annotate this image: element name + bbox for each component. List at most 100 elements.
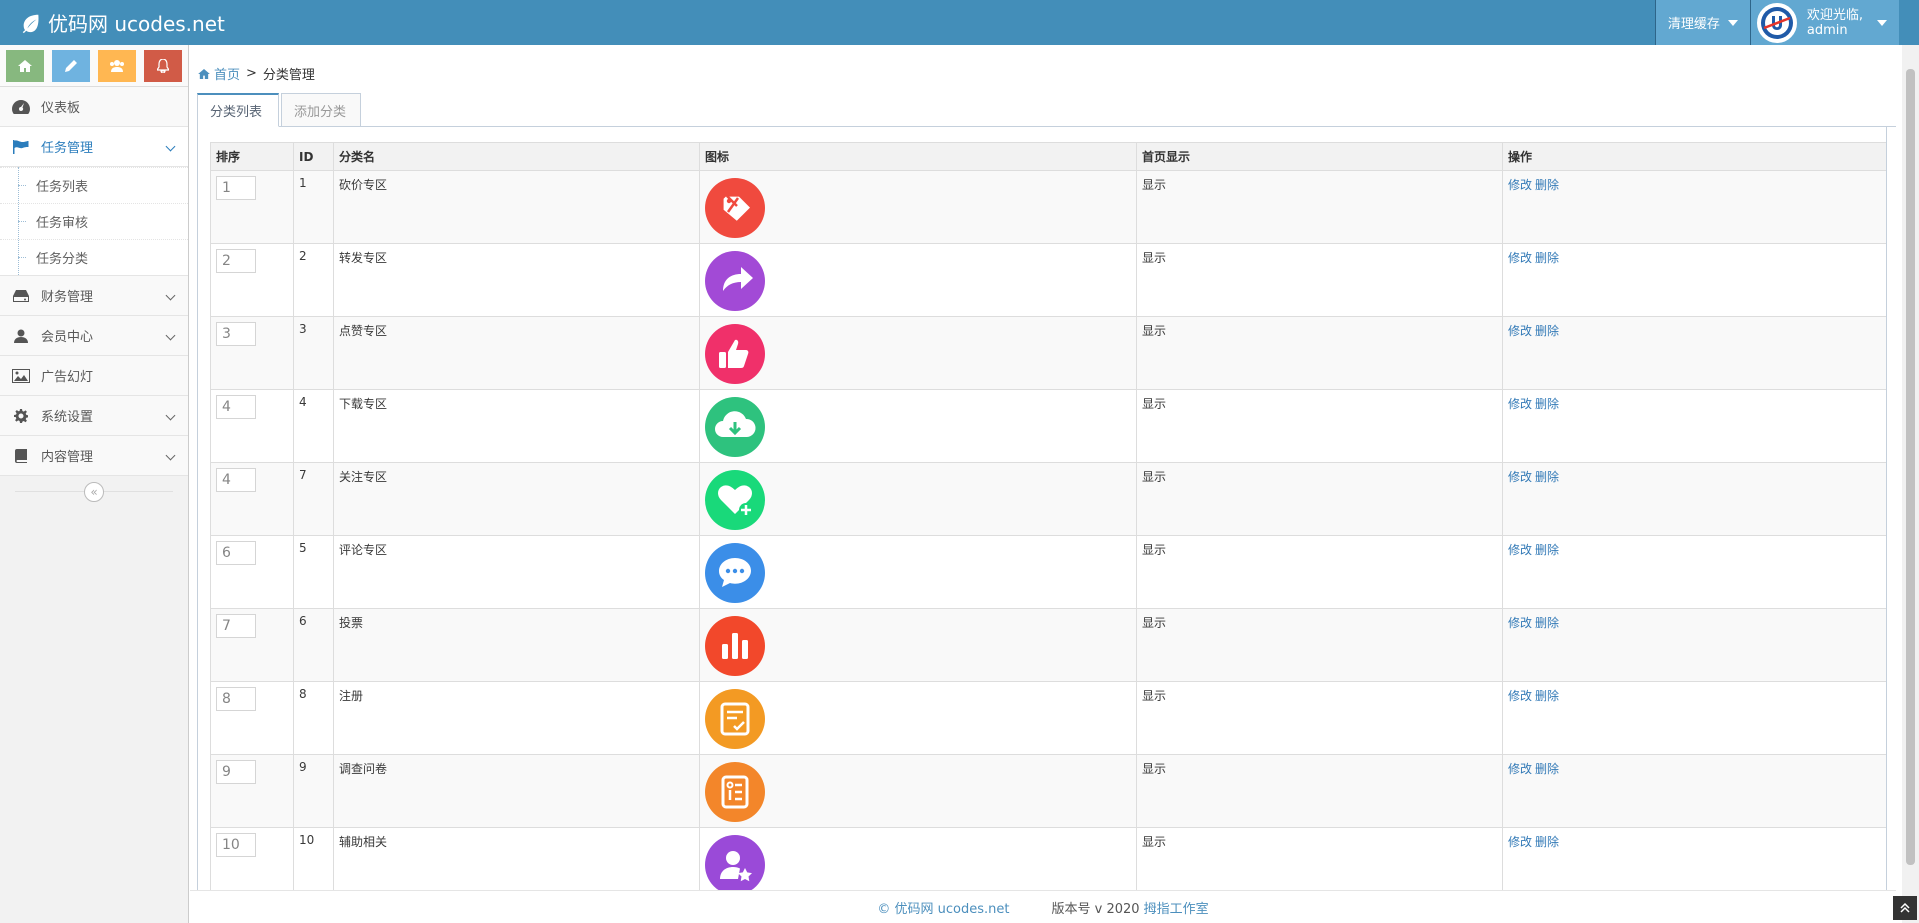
- id-cell: 4: [293, 389, 334, 463]
- icon-cell: [699, 608, 1137, 682]
- user-logo-icon: [1760, 6, 1793, 39]
- back-to-top-button[interactable]: [1893, 896, 1917, 920]
- delete-link[interactable]: 删除: [1535, 470, 1559, 484]
- icon-cell: [699, 243, 1137, 317]
- actions-cell: 修改 删除: [1502, 462, 1886, 536]
- category-name-cell: 投票: [333, 608, 700, 682]
- caret-down-icon: [1727, 19, 1738, 26]
- edit-link[interactable]: 修改: [1508, 470, 1532, 484]
- home-icon: [18, 60, 32, 72]
- table-row: 2 转发专区 显示 修改删除: [210, 243, 1886, 317]
- sidebar-item-task-management[interactable]: 任务管理: [0, 127, 188, 167]
- scrollbar-thumb[interactable]: [1906, 69, 1915, 865]
- sidebar-item-dashboard[interactable]: 仪表板: [0, 87, 188, 127]
- category-name-cell: 注册: [333, 681, 700, 755]
- category-name-cell: 点赞专区: [333, 316, 700, 390]
- delete-link[interactable]: 删除: [1535, 689, 1559, 703]
- sort-order-input[interactable]: [216, 833, 256, 857]
- breadcrumb-separator: >: [246, 66, 257, 81]
- edit-link[interactable]: 修改: [1508, 689, 1532, 703]
- breadcrumb-home-label: 首页: [214, 68, 241, 83]
- sidebar-subitem-task-list[interactable]: 任务列表: [0, 167, 188, 203]
- id-cell: 7: [293, 462, 334, 536]
- delete-link[interactable]: 删除: [1535, 178, 1559, 192]
- id-cell: 3: [293, 316, 334, 390]
- sidebar-subitem-task-review[interactable]: 任务审核: [0, 203, 188, 239]
- edit-link[interactable]: 修改: [1508, 178, 1532, 192]
- edit-link[interactable]: 修改: [1508, 397, 1532, 411]
- user-dropdown[interactable]: 欢迎光临, admin: [1749, 0, 1899, 45]
- sort-order-input[interactable]: [216, 468, 256, 492]
- sort-cell: [210, 754, 294, 828]
- shortcut-pencil-button[interactable]: [52, 50, 90, 82]
- sidebar-item-finance[interactable]: 财务管理: [0, 276, 188, 316]
- id-cell: 9: [293, 754, 334, 828]
- sidebar-item-ad-slides[interactable]: 广告幻灯: [0, 356, 188, 396]
- breadcrumb-home-link[interactable]: 首页: [198, 64, 240, 83]
- edit-link[interactable]: 修改: [1508, 543, 1532, 557]
- leaf-icon: [22, 14, 39, 33]
- delete-link[interactable]: 删除: [1535, 397, 1559, 411]
- table-row: 4 下载专区 显示 修改删除: [210, 389, 1886, 463]
- edit-link[interactable]: 修改: [1508, 835, 1532, 849]
- page-scrollbar[interactable]: [1902, 45, 1919, 923]
- sidebar-item-content-management[interactable]: 内容管理: [0, 436, 188, 476]
- homepage-display-cell: 显示: [1136, 243, 1503, 317]
- flag-icon: [12, 139, 30, 155]
- sidebar-item-member-center[interactable]: 会员中心: [0, 316, 188, 356]
- chevron-down-icon: [165, 330, 176, 341]
- homepage-display-cell: 显示: [1136, 462, 1503, 536]
- icon-cell: [699, 170, 1137, 244]
- edit-link[interactable]: 修改: [1508, 762, 1532, 776]
- icon-cell: [699, 462, 1137, 536]
- sidebar-item-system-settings[interactable]: 系统设置: [0, 396, 188, 436]
- clear-cache-label: 清理缓存: [1667, 17, 1720, 32]
- heart-plus-icon: [705, 470, 765, 530]
- sort-order-input[interactable]: [216, 541, 256, 565]
- footer-studio-link[interactable]: 拇指工作室: [1144, 898, 1209, 917]
- edit-link[interactable]: 修改: [1508, 324, 1532, 338]
- edit-link[interactable]: 修改: [1508, 251, 1532, 265]
- sidebar-item-label: 广告幻灯: [41, 370, 94, 385]
- sort-order-input[interactable]: [216, 176, 256, 200]
- user-star-icon: [705, 835, 765, 895]
- table-header-row: 排序 ID 分类名 图标 首页显示 操作: [210, 142, 1886, 171]
- sort-order-input[interactable]: [216, 760, 256, 784]
- column-header-actions: 操作: [1502, 142, 1886, 171]
- tab-category-list[interactable]: 分类列表: [197, 93, 279, 127]
- footer-copyright-link[interactable]: © 优码网 ucodes.net: [877, 898, 1009, 917]
- actions-cell: 修改 删除: [1502, 754, 1886, 828]
- cloud-download-icon: [705, 397, 765, 457]
- id-cell: 2: [293, 243, 334, 317]
- icon-cell: [699, 681, 1137, 755]
- delete-link[interactable]: 删除: [1535, 324, 1559, 338]
- footer: © 优码网 ucodes.net 版本号 v 2020 拇指工作室: [190, 890, 1896, 923]
- dashboard-icon: [12, 99, 30, 115]
- delete-link[interactable]: 删除: [1535, 543, 1559, 557]
- sidebar-subitem-label: 任务分类: [36, 252, 89, 267]
- shortcut-bell-button[interactable]: [144, 50, 182, 82]
- brand[interactable]: 优码网 ucodes.net: [20, 0, 225, 45]
- actions-cell: 修改 删除: [1502, 681, 1886, 755]
- clear-cache-dropdown[interactable]: 清理缓存: [1654, 0, 1750, 45]
- double-chevron-left-icon[interactable]: «: [84, 482, 104, 502]
- shortcut-home-button[interactable]: [6, 50, 44, 82]
- pencil-icon: [65, 60, 77, 72]
- sort-order-input[interactable]: [216, 322, 256, 346]
- bell-icon: [157, 59, 169, 73]
- delete-link[interactable]: 删除: [1535, 762, 1559, 776]
- icon-cell: [699, 535, 1137, 609]
- sort-order-input[interactable]: [216, 249, 256, 273]
- delete-link[interactable]: 删除: [1535, 251, 1559, 265]
- shortcut-users-button[interactable]: [98, 50, 136, 82]
- tab-add-category[interactable]: 添加分类: [281, 93, 361, 127]
- homepage-display-cell: 显示: [1136, 316, 1503, 390]
- sort-order-input[interactable]: [216, 395, 256, 419]
- delete-link[interactable]: 删除: [1535, 616, 1559, 630]
- sidebar-subitem-task-category[interactable]: 任务分类: [0, 239, 188, 275]
- edit-link[interactable]: 修改: [1508, 616, 1532, 630]
- sort-order-input[interactable]: [216, 687, 256, 711]
- delete-link[interactable]: 删除: [1535, 835, 1559, 849]
- double-chevron-up-icon: [1900, 903, 1910, 913]
- sort-order-input[interactable]: [216, 614, 256, 638]
